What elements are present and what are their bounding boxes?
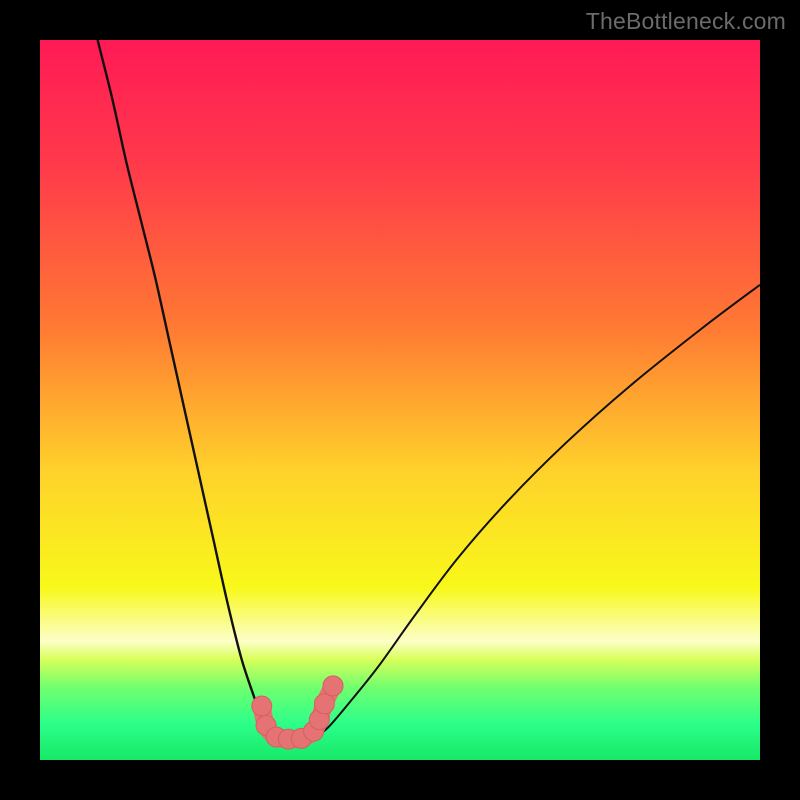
chart-svg [40, 40, 760, 760]
valley-marker [252, 696, 272, 716]
valley-marker [323, 676, 343, 696]
valley-marker [314, 694, 334, 714]
chart-frame: TheBottleneck.com [0, 0, 800, 800]
left-curve [98, 40, 278, 738]
watermark-label: TheBottleneck.com [586, 8, 786, 35]
right-curve [314, 285, 760, 739]
